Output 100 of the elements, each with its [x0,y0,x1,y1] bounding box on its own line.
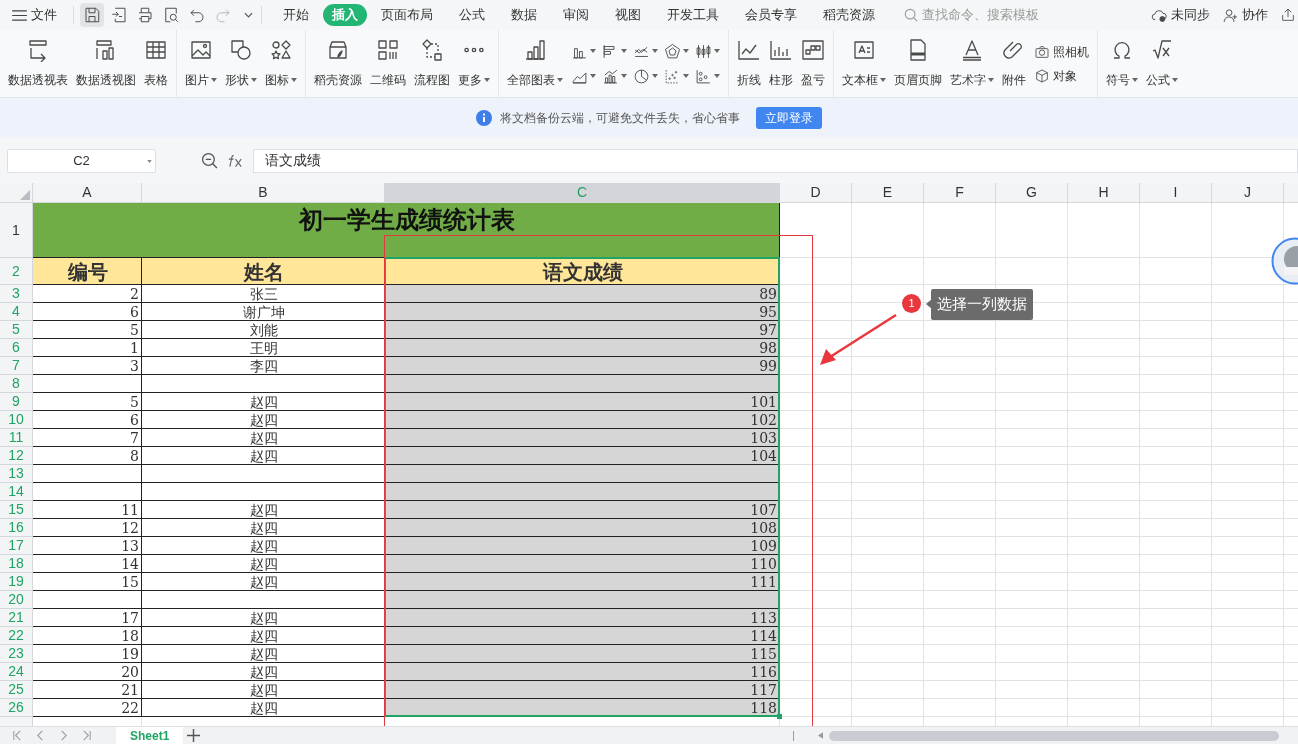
toolbar-button[interactable]: 未同步 [1151,5,1210,25]
column-header[interactable]: G [996,183,1068,202]
column-header[interactable]: D [780,183,852,202]
info-icon [476,110,492,126]
callout: 选择一列数据 [931,289,1033,320]
save-icon [83,6,101,24]
ribbon-tab[interactable]: 公式 [447,4,497,26]
name-box[interactable]: C2 [7,148,156,173]
ribbon-button[interactable]: 图片 [181,30,221,97]
scroll-left-icon[interactable] [818,732,823,739]
zoom-icon[interactable] [201,152,218,169]
ribbon-button[interactable]: 表格 [140,30,172,97]
fill-handle[interactable] [777,714,782,719]
column-header[interactable]: F [924,183,996,202]
function-icon[interactable] [227,153,244,168]
ribbon-tab[interactable]: 数据 [499,4,549,26]
sparkline-column-icon [769,38,793,62]
caret-icon [621,74,627,78]
ribbon-button[interactable]: 公式 [1142,30,1182,97]
ribbon-tab[interactable]: 开发工具 [655,4,731,26]
table-cell-text: 谢广坤 [241,303,286,321]
undo-icon[interactable] [188,6,206,24]
ribbon-tab[interactable]: 视图 [603,4,653,26]
win-loss-icon [801,38,825,62]
add-sheet-icon[interactable] [187,729,201,742]
share-icon[interactable] [1280,7,1296,23]
ribbon-tab[interactable]: 稻壳资源 [811,4,887,26]
document-arrow-icon[interactable] [110,6,128,24]
table-cell-text: 14 [120,555,140,573]
column-header[interactable]: J [1212,183,1284,202]
search-icon [904,8,918,22]
ribbon-button[interactable]: 更多 [454,30,494,97]
formula-field[interactable]: 语文成绩 [253,148,1298,173]
table-cell: 115 [385,645,780,663]
scatter-chart-icon[interactable] [664,67,681,85]
print-icon[interactable] [136,6,154,24]
caret-icon[interactable] [244,12,253,18]
table-cell-text: 刘能 [248,321,279,339]
caret-icon [590,74,596,78]
table-cell-text: 赵四 [248,411,279,429]
ribbon-button[interactable]: 数据透视表 [4,30,72,97]
menu-button[interactable]: 文件 [0,0,69,30]
ribbon-button[interactable]: 图标 [261,30,301,97]
caret-icon [714,74,720,78]
ribbon-button[interactable]: 艺术字 [946,30,998,97]
table-cell-text: 20 [120,663,140,681]
ribbon-button[interactable]: 全部图表 [503,30,567,97]
caret-icon [590,49,596,53]
login-button[interactable]: 立即登录 [756,107,822,129]
table-cell-text: 赵四 [248,609,279,627]
ribbon-button[interactable]: 稻壳资源 [310,30,366,97]
table-cell-text: 王明 [248,339,279,357]
ribbon-button[interactable]: 照相机 [1034,42,1089,61]
column-header[interactable]: H [1068,183,1140,202]
step-badge: 1 [902,294,921,313]
bubble-chart-icon[interactable] [695,67,712,85]
column-header[interactable]: E [852,183,924,202]
ribbon-button[interactable]: 形状 [221,30,261,97]
column-header[interactable]: I [1140,183,1212,202]
radar-chart-icon[interactable] [664,42,681,60]
ribbon-button[interactable]: 盈亏 [797,30,829,97]
ribbon-button[interactable]: 页眉页脚 [890,30,946,97]
search-field[interactable]: 查找命令、搜索模板 [904,5,1052,25]
table-cell: 98 [385,339,780,357]
table-cell-text: 6 [129,303,140,321]
table-cell-text: 11 [120,501,140,519]
caret-icon [147,159,152,163]
ribbon-tab[interactable]: 审阅 [551,4,601,26]
table-cell: 117 [385,681,780,699]
print-preview-icon[interactable] [162,6,180,24]
pie-chart-icon[interactable] [633,67,650,85]
wordart-icon [960,38,984,62]
caret-icon [621,49,627,53]
row-header[interactable]: 1 [0,203,33,258]
ribbon-tab[interactable]: 开始 [271,4,321,26]
table-cell-text: 赵四 [248,699,279,717]
ribbon-button[interactable]: 柱形 [765,30,797,97]
table-cell-text: 8 [129,447,140,465]
ribbon-button[interactable]: 对象 [1034,66,1089,85]
ribbon-tab[interactable]: 会员专享 [733,4,809,26]
column-header[interactable]: A [33,183,142,202]
ribbon-tab[interactable]: 页面布局 [369,4,445,26]
combo-chart-icon[interactable] [602,67,619,85]
table-cell-text: 赵四 [248,537,279,555]
ribbon-button[interactable]: 流程图 [410,30,454,97]
table-cell-text: 李四 [248,357,279,375]
ribbon-button[interactable]: 折线 [733,30,765,97]
stock-chart-icon[interactable] [695,42,712,60]
table-cell: 114 [385,627,780,645]
ribbon-button[interactable]: 数据透视图 [72,30,140,97]
table-cell-text: 赵四 [248,501,279,519]
ribbon-button[interactable]: 附件 [998,30,1030,97]
table-icon [144,38,168,62]
ribbon-button[interactable]: 二维码 [366,30,410,97]
caret-icon [714,49,720,53]
ribbon-button[interactable]: 文本框 [838,30,890,97]
table-cell-text: 赵四 [248,573,279,591]
save-button[interactable] [80,3,104,27]
ribbon-button[interactable]: 符号 [1102,30,1142,97]
toolbar-button[interactable]: 协作 [1222,5,1268,25]
